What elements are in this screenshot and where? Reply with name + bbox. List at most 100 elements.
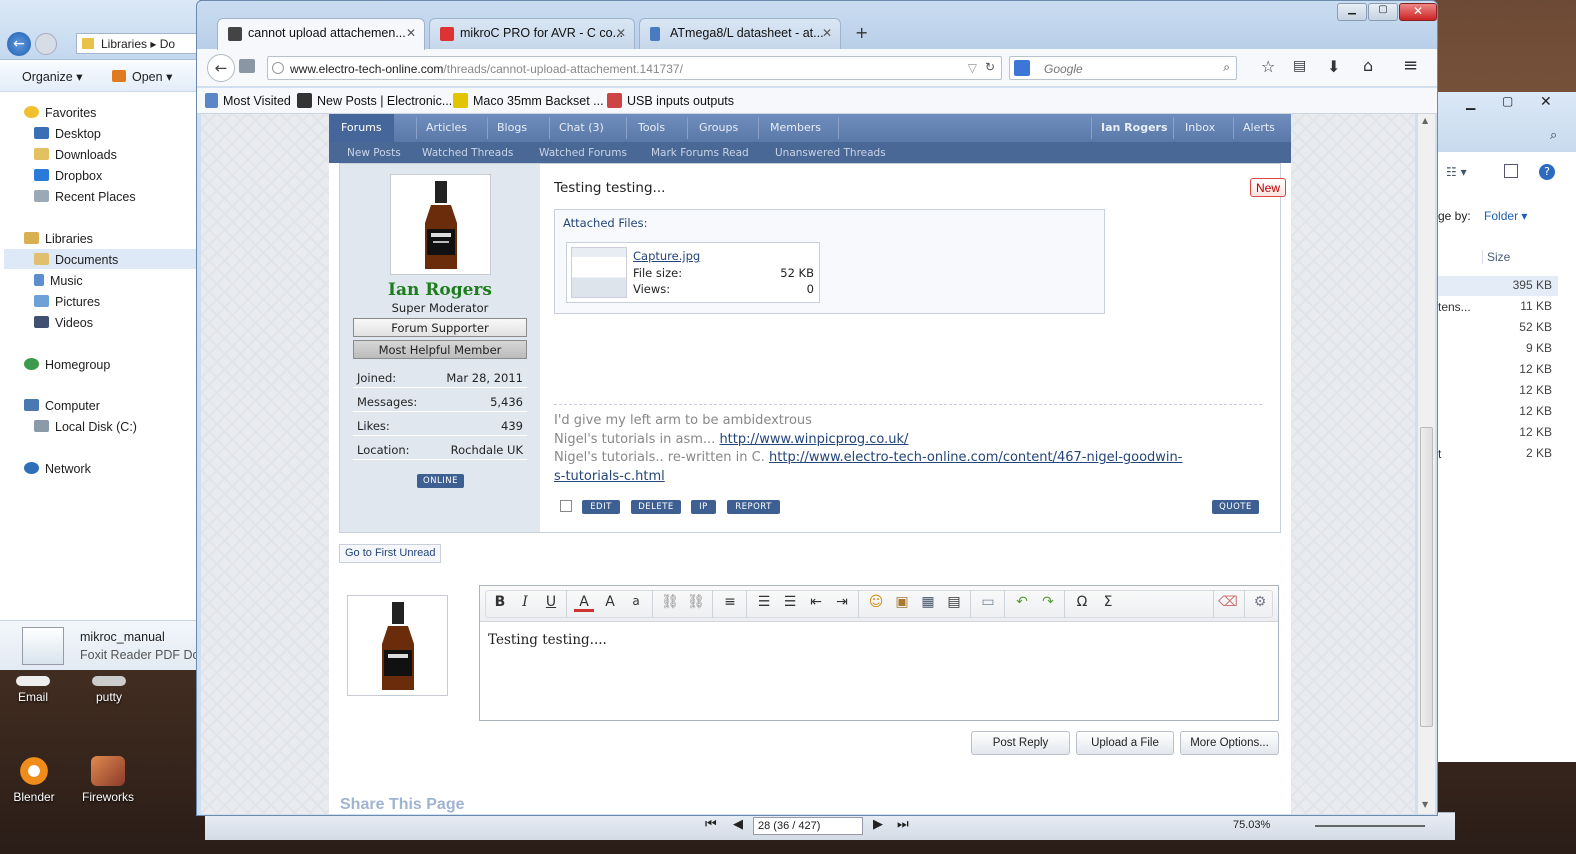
code-icon[interactable]: ▤ <box>944 594 964 614</box>
nav-videos[interactable]: Videos <box>34 316 93 330</box>
bold-button[interactable]: B <box>490 594 510 614</box>
nav-downloads[interactable]: Downloads <box>34 148 117 162</box>
new-tab-button[interactable]: + <box>855 23 868 42</box>
nav-chat[interactable]: Chat (3) <box>559 121 604 134</box>
delete-button[interactable]: DELETE <box>631 500 681 514</box>
forward-button[interactable] <box>35 33 57 55</box>
redo-icon[interactable]: ↷ <box>1038 594 1058 614</box>
editor-textarea[interactable]: Testing testing.... <box>488 632 607 648</box>
close-tab-icon[interactable]: ✕ <box>406 26 416 40</box>
address-bar[interactable]: Libraries ▸ Do <box>76 33 199 54</box>
desktop-icon-blender[interactable]: Blender <box>0 756 74 804</box>
nav-pictures[interactable]: Pictures <box>34 295 100 309</box>
scroll-up-icon[interactable]: ▲ <box>1422 116 1428 125</box>
bookmark-new-posts[interactable]: New Posts | Electronic... <box>297 93 452 108</box>
history-icon[interactable] <box>239 59 255 73</box>
save-draft-icon[interactable]: ▭ <box>978 594 998 614</box>
help-icon[interactable]: ? <box>1539 164 1555 180</box>
undo-icon[interactable]: ↶ <box>1012 594 1032 614</box>
bookmarks-list-icon[interactable]: ▤ <box>1293 58 1306 74</box>
subnav-unanswered-threads[interactable]: Unanswered Threads <box>775 147 886 159</box>
nav-documents[interactable]: Documents <box>34 253 118 267</box>
quote-button[interactable]: QUOTE <box>1212 500 1259 514</box>
nav-forums[interactable]: Forums <box>329 114 394 142</box>
bookmark-maco[interactable]: Maco 35mm Backset ... <box>453 93 604 108</box>
home-icon[interactable]: ⌂ <box>1363 56 1373 75</box>
nav-blogs[interactable]: Blogs <box>497 121 527 134</box>
bullet-list-icon[interactable]: ☰ <box>754 594 774 614</box>
nav-desktop[interactable]: Desktop <box>34 127 101 141</box>
nav-groups[interactable]: Groups <box>699 121 738 134</box>
nav-recent-places[interactable]: Recent Places <box>34 190 136 204</box>
search-icon[interactable]: ⌕ <box>1550 128 1557 143</box>
nav-alerts[interactable]: Alerts <box>1243 121 1275 134</box>
special-character-icon[interactable]: Ω <box>1072 594 1092 614</box>
attachment-link[interactable]: Capture.jpg <box>633 249 700 263</box>
organize-button[interactable]: Organize ▾ <box>22 69 82 84</box>
zoom-level[interactable]: 75.03% <box>1233 819 1270 831</box>
subnav-watched-threads[interactable]: Watched Threads <box>422 147 513 159</box>
bookmark-star-icon[interactable]: ☆ <box>1261 57 1275 76</box>
search-input[interactable]: Google ⌕ <box>1009 56 1237 80</box>
close-tab-icon[interactable]: ✕ <box>616 26 626 40</box>
attachment-thumbnail[interactable] <box>571 247 627 298</box>
post-select-checkbox[interactable] <box>560 500 572 512</box>
italic-button[interactable]: I <box>515 594 535 614</box>
post-reply-button[interactable]: Post Reply <box>971 731 1070 755</box>
favorites-header[interactable]: Favorites <box>24 106 96 120</box>
numbered-list-icon[interactable]: ☰ <box>780 594 800 614</box>
arrange-by[interactable]: ge by: Folder ▾ <box>1438 209 1527 223</box>
bookmark-most-visited[interactable]: Most Visited <box>205 93 291 108</box>
ip-button[interactable]: IP <box>691 500 716 514</box>
page-number-field[interactable]: 28 (36 / 427) <box>753 817 863 835</box>
nav-tools[interactable]: Tools <box>638 121 665 134</box>
next-page-icon[interactable]: ▶ <box>873 817 883 832</box>
edit-button[interactable]: EDIT <box>582 500 620 514</box>
formula-icon[interactable]: Σ <box>1098 594 1118 614</box>
minimize-button[interactable]: ▁ <box>1466 96 1475 110</box>
minimize-button[interactable]: ▁ <box>1337 3 1367 21</box>
unlink-icon[interactable]: ⛓ <box>686 594 706 614</box>
back-button[interactable]: ← <box>207 54 235 82</box>
tab-cannot-upload[interactable]: cannot upload attachemen... ✕ <box>217 18 425 50</box>
signature-link-tutorials-c-cont[interactable]: s-tutorials-c.html <box>554 469 665 484</box>
align-icon[interactable]: ≡ <box>720 594 740 614</box>
signature-link-winpicprog[interactable]: http://www.winpicprog.co.uk/ <box>719 432 908 447</box>
url-bar[interactable]: www.electro-tech-online.com/threads/cann… <box>267 56 1002 80</box>
back-button[interactable]: ← <box>7 32 31 56</box>
subnav-new-posts[interactable]: New Posts <box>347 147 401 159</box>
tab-atmega[interactable]: ATmega8/L datasheet - at... ✕ <box>639 18 841 49</box>
nav-articles[interactable]: Articles <box>426 121 467 134</box>
downloads-icon[interactable]: ⬇ <box>1327 57 1340 76</box>
libraries-header[interactable]: Libraries <box>24 232 93 246</box>
smiley-icon[interactable]: ☺ <box>866 594 886 614</box>
nav-inbox[interactable]: Inbox <box>1185 121 1215 134</box>
nav-local-disk[interactable]: Local Disk (C:) <box>34 420 137 434</box>
desktop-icon-email[interactable]: Email <box>0 676 73 704</box>
underline-button[interactable]: U <box>541 594 561 614</box>
bookmark-usb[interactable]: USB inputs outputs <box>607 93 734 108</box>
nav-homegroup[interactable]: Homegroup <box>24 358 110 372</box>
upload-file-button[interactable]: Upload a File <box>1076 731 1174 755</box>
menu-icon[interactable]: ≡ <box>1403 55 1418 76</box>
font-family-button[interactable]: a <box>626 594 646 614</box>
maximize-button[interactable]: ▢ <box>1502 94 1513 108</box>
link-icon[interactable]: ⛓ <box>660 594 680 614</box>
close-button[interactable]: ✕ <box>1399 3 1437 21</box>
outdent-icon[interactable]: ⇤ <box>806 594 826 614</box>
page-scrollbar[interactable]: ▲ ▼ <box>1417 114 1435 814</box>
media-icon[interactable]: ▦ <box>918 594 938 614</box>
subnav-mark-forums-read[interactable]: Mark Forums Read <box>651 147 749 159</box>
font-size-button[interactable]: A <box>600 594 620 614</box>
zoom-slider[interactable] <box>1315 825 1425 827</box>
subnav-watched-forums[interactable]: Watched Forums <box>539 147 627 159</box>
more-options-button[interactable]: More Options... <box>1180 731 1279 755</box>
nav-members[interactable]: Members <box>770 121 821 134</box>
go-to-first-unread-button[interactable]: Go to First Unread <box>339 544 442 563</box>
nav-network[interactable]: Network <box>24 462 91 476</box>
nav-user-ian-rogers[interactable]: Ian Rogers <box>1101 121 1168 134</box>
size-column-header[interactable]: Size <box>1482 250 1576 264</box>
search-icon[interactable]: ⌕ <box>1223 60 1230 75</box>
scroll-down-icon[interactable]: ▼ <box>1422 800 1428 809</box>
nav-dropbox[interactable]: Dropbox <box>34 169 102 183</box>
